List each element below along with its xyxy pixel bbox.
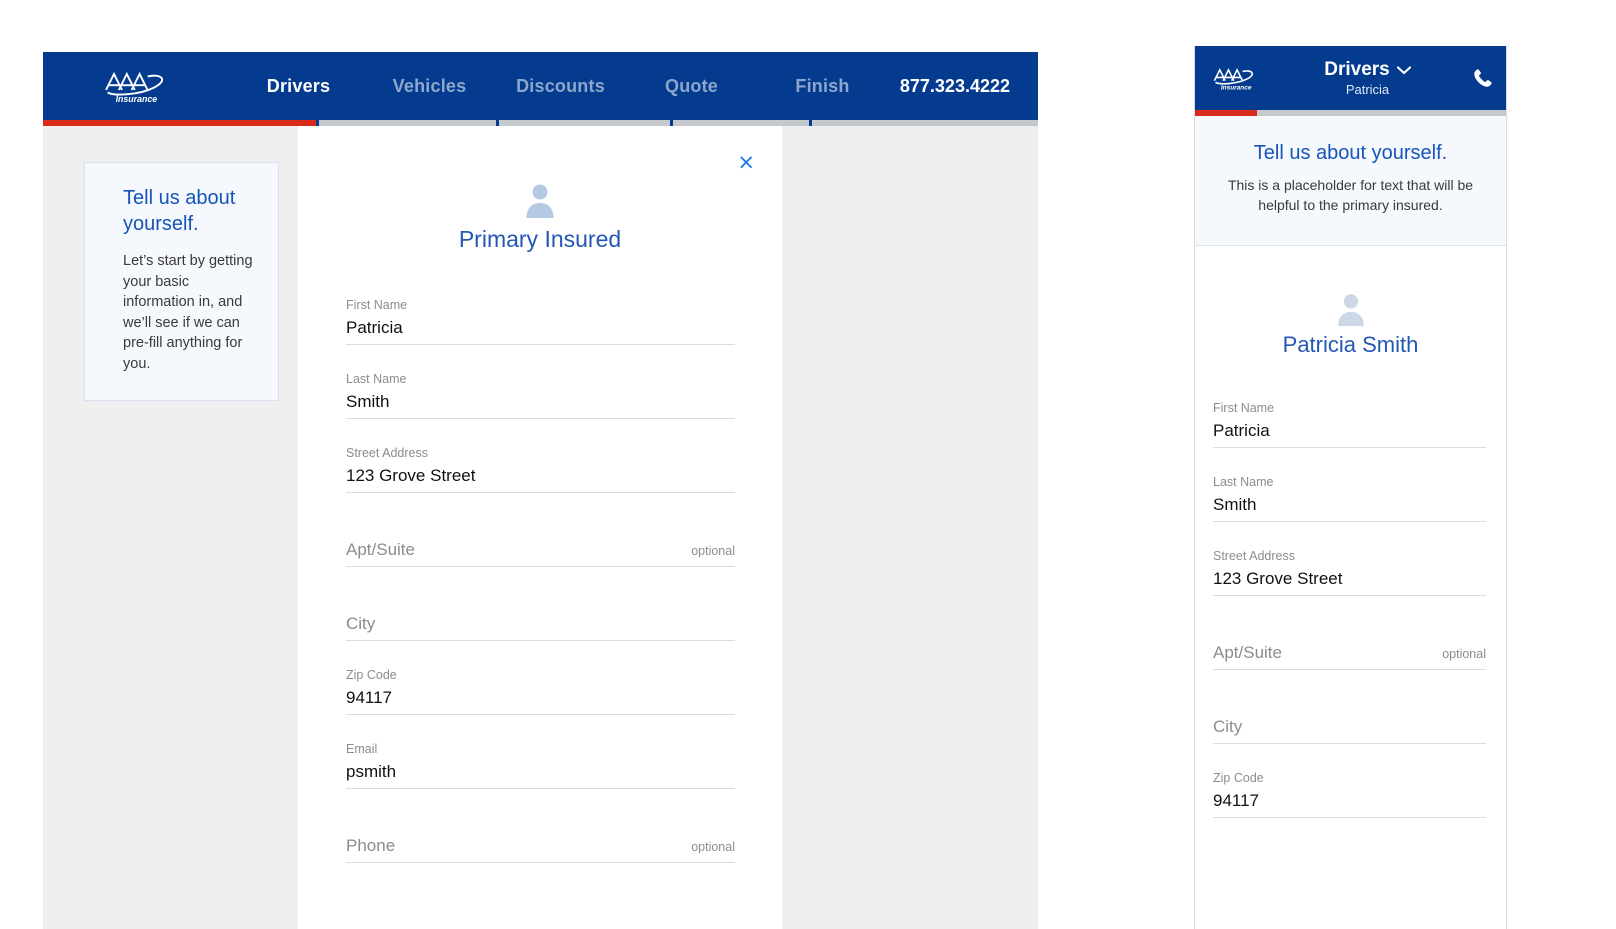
person-icon [1337, 294, 1364, 327]
optional-tag: optional [691, 544, 735, 558]
field-apt-suite[interactable]: Apt/Suite optional [346, 519, 735, 567]
field-underline [1213, 817, 1486, 818]
field-phone[interactable]: Phone optional [346, 815, 735, 863]
email-input[interactable]: psmith [346, 759, 735, 788]
info-card: Tell us about yourself. Let’s start by g… [84, 162, 279, 401]
field-first-name[interactable]: First Name Patricia [346, 297, 735, 345]
field-underline [1213, 447, 1486, 448]
apt-suite-input[interactable]: Apt/Suite [346, 519, 735, 566]
phone-handset-icon[interactable] [1468, 67, 1494, 89]
optional-tag: optional [1442, 647, 1486, 661]
field-label: First Name [1213, 401, 1275, 415]
zip-code-input[interactable]: 94117 [1213, 788, 1486, 817]
person-icon [526, 184, 554, 218]
field-label: Zip Code [346, 668, 397, 682]
mobile-title-block[interactable]: Drivers Patricia [1263, 59, 1468, 97]
tab-finish[interactable]: Finish [757, 76, 888, 97]
field-street-address[interactable]: Street Address 123 Grove Street [346, 445, 735, 493]
mobile-intro-title: Tell us about yourself. [1253, 142, 1448, 164]
field-label: Street Address [1213, 549, 1295, 563]
svg-text:Insurance: Insurance [1221, 84, 1252, 91]
field-underline [1213, 743, 1486, 744]
city-input[interactable]: City [1213, 696, 1486, 743]
mobile-progress-bar [1195, 110, 1506, 116]
field-label: Street Address [346, 446, 428, 460]
field-label: Last Name [346, 372, 407, 386]
tab-quote[interactable]: Quote [626, 76, 757, 97]
field-label: Zip Code [1213, 771, 1264, 785]
field-last-name[interactable]: Last Name Smith [1213, 474, 1486, 522]
screenshot-stage: Insurance Drivers Vehicles Discounts Quo… [0, 0, 1616, 929]
field-last-name[interactable]: Last Name Smith [346, 371, 735, 419]
info-card-title: Tell us about yourself. [123, 187, 236, 235]
desktop-navbar: Insurance Drivers Vehicles Discounts Quo… [43, 52, 1038, 120]
mobile-form-fields: First Name Patricia Last Name Smith Stre… [1195, 358, 1506, 818]
field-city[interactable]: City [1213, 696, 1486, 744]
field-underline [346, 714, 735, 715]
close-icon[interactable]: × [737, 152, 755, 173]
progress-segment-remaining [1257, 110, 1506, 116]
tab-drivers[interactable]: Drivers [233, 76, 364, 97]
field-zip-code[interactable]: Zip Code 94117 [346, 667, 735, 715]
field-apt-suite[interactable]: Apt/Suite optional [1213, 622, 1486, 670]
desktop-form-fields: First Name Patricia Last Name Smith Stre… [298, 253, 782, 863]
aaa-insurance-logo-icon[interactable]: Insurance [1209, 64, 1263, 92]
tab-vehicles[interactable]: Vehicles [364, 76, 495, 97]
field-label: Email [346, 742, 378, 756]
street-address-input[interactable]: 123 Grove Street [1213, 566, 1486, 595]
desktop-viewport: Insurance Drivers Vehicles Discounts Quo… [43, 52, 1038, 929]
mobile-intro-body: This is a placeholder for text that will… [1227, 177, 1474, 213]
last-name-input[interactable]: Smith [346, 389, 735, 418]
svg-text:Insurance: Insurance [116, 94, 158, 104]
field-underline [346, 418, 735, 419]
field-street-address[interactable]: Street Address 123 Grove Street [1213, 548, 1486, 596]
city-input[interactable]: City [346, 593, 735, 640]
phone-input[interactable]: Phone [346, 815, 735, 862]
optional-tag: optional [691, 840, 735, 854]
first-name-input[interactable]: Patricia [1213, 418, 1486, 447]
field-underline [346, 862, 735, 863]
progress-segment-complete [1195, 110, 1258, 116]
desktop-sidebar: Tell us about yourself. Let’s start by g… [43, 126, 298, 929]
primary-insured-form-card: × Primary Insured First Name Patricia La… [298, 126, 782, 929]
support-phone-number[interactable]: 877.323.4222 [900, 76, 1010, 97]
street-address-input[interactable]: 123 Grove Street [346, 463, 735, 492]
form-card-header: Primary Insured [298, 126, 782, 253]
field-underline [346, 640, 735, 641]
field-underline [346, 788, 735, 789]
apt-suite-input[interactable]: Apt/Suite [1213, 622, 1486, 669]
desktop-body: Tell us about yourself. Let’s start by g… [43, 126, 1038, 929]
field-email[interactable]: Email psmith [346, 741, 735, 789]
field-underline [346, 566, 735, 567]
field-underline [1213, 669, 1486, 670]
mobile-step-subtitle: Patricia [1345, 82, 1390, 97]
mobile-viewport: Insurance Drivers Patricia Tell us about… [1194, 46, 1507, 929]
first-name-input[interactable]: Patricia [346, 315, 735, 344]
field-zip-code[interactable]: Zip Code 94117 [1213, 770, 1486, 818]
tab-discounts[interactable]: Discounts [495, 76, 626, 97]
chevron-down-icon[interactable] [1396, 65, 1411, 75]
mobile-step-title: Drivers [1324, 59, 1390, 80]
field-label: First Name [346, 298, 408, 312]
mobile-navbar: Insurance Drivers Patricia [1195, 46, 1506, 110]
brand-logo[interactable]: Insurance [43, 66, 233, 106]
field-underline [1213, 521, 1486, 522]
phone-handset-glyph [1474, 69, 1492, 87]
page-title: Primary Insured [458, 226, 622, 252]
aaa-insurance-logo-icon: Insurance [105, 71, 164, 104]
field-underline [346, 492, 735, 493]
field-first-name[interactable]: First Name Patricia [1213, 400, 1486, 448]
mobile-driver-name: Patricia Smith [1282, 332, 1419, 357]
zip-code-input[interactable]: 94117 [346, 685, 735, 714]
mobile-intro-card: Tell us about yourself. This is a placeh… [1195, 116, 1506, 246]
field-city[interactable]: City [346, 593, 735, 641]
info-card-body: Let’s start by getting your basic inform… [123, 253, 253, 372]
field-underline [1213, 595, 1486, 596]
last-name-input[interactable]: Smith [1213, 492, 1486, 521]
mobile-card-header: Patricia Smith [1195, 246, 1506, 358]
desktop-right-gutter [782, 126, 1038, 929]
field-underline [346, 344, 735, 345]
field-label: Last Name [1213, 475, 1274, 489]
desktop-tabs: Drivers Vehicles Discounts Quote Finish [233, 76, 900, 97]
